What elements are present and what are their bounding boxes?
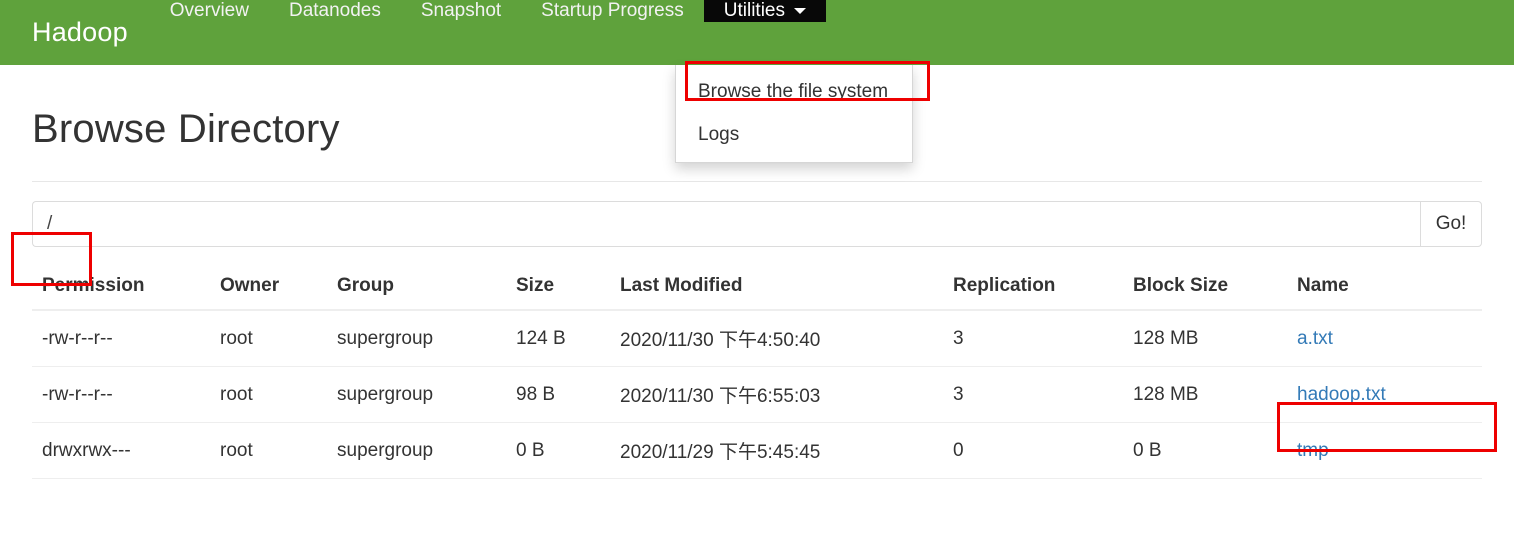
- nav-link-datanodes[interactable]: Datanodes: [269, 0, 401, 22]
- dropdown-item-browse-the-file-system[interactable]: Browse the file system: [676, 71, 912, 114]
- table-header-row: Permission Owner Group Size Last Modified Rep…: [32, 269, 1482, 311]
- nav-link-label: Overview: [169, 0, 249, 21]
- file-link[interactable]: hadoop.txt: [1297, 384, 1386, 405]
- cell-replication: 0: [943, 422, 1123, 478]
- utilities-dropdown: Browse the file system Logs: [675, 65, 913, 163]
- column-header-size[interactable]: Size: [506, 269, 610, 311]
- cell-permission: -rw-r--r--: [42, 327, 113, 349]
- cell-block-size: 128 MB: [1123, 366, 1287, 423]
- cell-replication: 3: [953, 327, 964, 349]
- dropdown-link-logs[interactable]: Logs: [676, 114, 912, 157]
- cell-permission: -rw-r--r--: [32, 366, 210, 423]
- chevron-down-icon: [793, 8, 806, 14]
- column-header-owner[interactable]: Owner: [210, 269, 327, 311]
- cell-block-size: 128 MB: [1133, 327, 1199, 349]
- nav-item-datanodes[interactable]: Datanodes: [269, 0, 401, 65]
- nav-link-label: Snapshot: [420, 0, 502, 21]
- go-button[interactable]: Go!: [1420, 201, 1482, 247]
- nav-item-snapshot[interactable]: Snapshot: [401, 0, 521, 65]
- cell-group: supergroup: [327, 366, 506, 423]
- column-header-block-size[interactable]: Block Size: [1123, 269, 1287, 311]
- table-row: -rw-r--r-- root supergroup 98 B 2020/11/30 下…: [32, 366, 1482, 423]
- table-row: drwxrwx--- root supergroup 0 B 2020/11/29 下午…: [32, 422, 1482, 478]
- nav-item-utilities[interactable]: Utilities: [703, 0, 826, 65]
- nav-link-label: Datanodes: [288, 0, 381, 21]
- file-link[interactable]: tmp: [1297, 440, 1329, 461]
- cell-owner: root: [210, 366, 327, 423]
- nav-link-utilities[interactable]: Utilities: [703, 0, 826, 22]
- table-body: -rw-r--r-- root supergroup 124 B 2020/11/30 …: [32, 310, 1482, 478]
- cell-last-modified: 2020/11/30 下午6:55:03: [610, 366, 943, 423]
- path-input[interactable]: [32, 201, 1420, 247]
- column-header-name[interactable]: Name: [1287, 269, 1482, 311]
- table-header: Permission Owner Group Size Last Modified Rep…: [32, 269, 1482, 311]
- cell-name: hadoop.txt: [1287, 366, 1482, 423]
- nav-link-snapshot[interactable]: Snapshot: [401, 0, 521, 22]
- nav-item-overview[interactable]: Overview: [150, 0, 269, 65]
- file-link[interactable]: a.txt: [1297, 328, 1333, 349]
- nav-link-label: Utilities: [723, 0, 785, 21]
- dropdown-item-logs[interactable]: Logs: [676, 114, 912, 157]
- table-bottom-divider: [32, 478, 1482, 479]
- top-navbar: Hadoop Overview Datanodes Snapshot Startup …: [0, 0, 1514, 163]
- file-listing-table: Permission Owner Group Size Last Modified Rep…: [32, 269, 1482, 478]
- cell-block-size: 0 B: [1123, 422, 1287, 478]
- table-row: -rw-r--r-- root supergroup 124 B 2020/11/30 …: [32, 310, 1482, 367]
- column-header-group[interactable]: Group: [327, 269, 506, 311]
- title-divider: [32, 181, 1482, 182]
- column-header-replication[interactable]: Replication: [943, 269, 1123, 311]
- column-header-permission[interactable]: Permission: [32, 269, 210, 311]
- nav-link-label: Startup Progress: [541, 0, 684, 21]
- nav-link-overview[interactable]: Overview: [150, 0, 269, 22]
- cell-last-modified: 2020/11/30 下午4:50:40: [620, 330, 821, 351]
- brand-hadoop[interactable]: Hadoop: [0, 0, 150, 65]
- utilities-dropdown-menu: Browse the file system Logs: [675, 65, 913, 163]
- cell-last-modified: 2020/11/29 下午5:45:45: [610, 422, 943, 478]
- cell-name: a.txt: [1287, 310, 1482, 367]
- cell-size: 98 B: [506, 366, 610, 423]
- cell-name: tmp: [1287, 422, 1482, 478]
- cell-owner: root: [210, 422, 327, 478]
- cell-owner: root: [220, 327, 253, 349]
- nav-link-startup-progress[interactable]: Startup Progress: [521, 0, 704, 22]
- column-header-last-modified[interactable]: Last Modified: [610, 269, 943, 311]
- cell-group: supergroup: [337, 327, 434, 349]
- cell-permission: drwxrwx---: [32, 422, 210, 478]
- path-input-group: Go!: [32, 201, 1482, 247]
- nav-item-startup-progress[interactable]: Startup Progress: [521, 0, 704, 65]
- cell-replication: 3: [943, 366, 1123, 423]
- nav-item-list: Overview Datanodes Snapshot Startup Progres…: [150, 0, 826, 65]
- dropdown-link-browse-the-file-system[interactable]: Browse the file system: [676, 71, 912, 114]
- cell-size: 0 B: [506, 422, 610, 478]
- cell-group: supergroup: [327, 422, 506, 478]
- cell-size: 124 B: [516, 327, 566, 349]
